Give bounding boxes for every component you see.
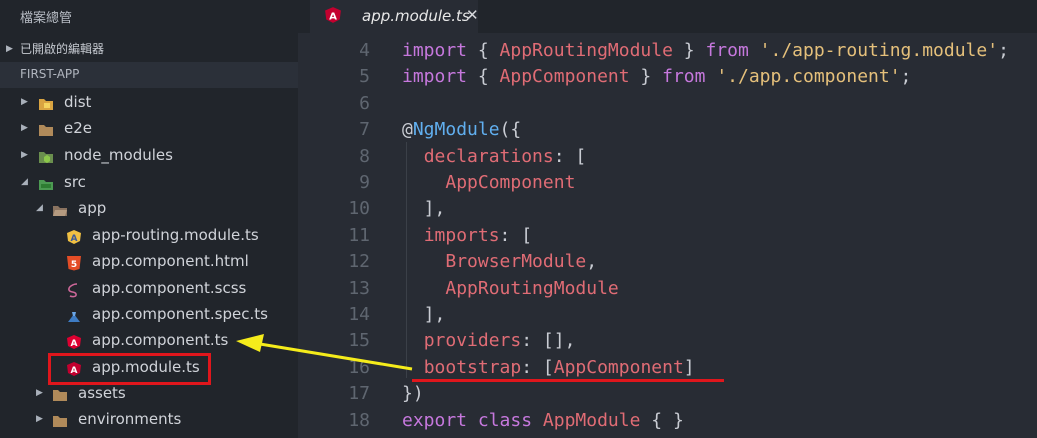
folder-src-icon	[38, 174, 54, 190]
line-number: 4	[359, 40, 370, 61]
code-line: 14 ],	[298, 302, 1037, 328]
tree-item-src[interactable]: ◢ src	[0, 169, 298, 195]
folder-icon	[52, 385, 68, 401]
tree-item-label: app.component.html	[92, 252, 249, 270]
line-number: 14	[348, 304, 370, 325]
html5-icon: 5	[66, 253, 82, 271]
chevron-right-icon: ▶	[21, 150, 28, 160]
folder-icon	[52, 411, 68, 427]
explorer-sidebar: 檔案總管 ▶ 已開啟的編輯器 FIRST-APP ▶ dist ▶ e2e ▶ …	[0, 0, 298, 438]
tree-item-label: app	[78, 199, 107, 217]
code-line: 12 BrowserModule,	[298, 249, 1037, 275]
tree-item-app-component-ts[interactable]: A app.component.ts	[0, 327, 298, 353]
tree-item-label: e2e	[64, 119, 93, 137]
tree-item-environments[interactable]: ▶ environments	[0, 406, 298, 432]
annotation-underline	[412, 379, 724, 382]
line-number: 12	[348, 251, 370, 272]
angular-routing-icon: A	[66, 227, 82, 244]
tab-app-module[interactable]: A app.module.ts ✕	[310, 0, 479, 33]
code-line: 6	[298, 91, 1037, 117]
line-number: 18	[348, 410, 370, 431]
line-number: 11	[348, 225, 370, 246]
tree-item-label: node_modules	[64, 146, 173, 164]
angular-icon: A	[324, 6, 342, 28]
tree-item-app-routing-module[interactable]: A app-routing.module.ts	[0, 222, 298, 248]
angular-component-icon: A	[66, 332, 82, 349]
tree-item-dist[interactable]: ▶ dist	[0, 89, 298, 115]
tree-item-label: src	[64, 173, 86, 191]
chevron-right-icon: ▶	[36, 414, 43, 424]
chevron-right-icon: ▶	[36, 388, 43, 398]
open-editors-section[interactable]: ▶ 已開啟的編輯器	[0, 37, 298, 61]
tree-item-label: app.component.scss	[92, 279, 247, 297]
close-icon[interactable]: ✕	[466, 6, 479, 24]
tree-item-label: app.component.spec.ts	[92, 305, 268, 323]
tree-item-label: dist	[64, 93, 92, 111]
code-line: 16 bootstrap: [AppComponent]	[298, 355, 1037, 381]
highlight-box	[48, 353, 211, 385]
line-number: 10	[348, 198, 370, 219]
tree-item-node-modules[interactable]: ▶ node_modules	[0, 142, 298, 168]
line-number: 8	[359, 146, 370, 167]
line-number: 7	[359, 119, 370, 140]
tree-item-app[interactable]: ◢ app	[0, 195, 298, 221]
tree-item-app-component-scss[interactable]: app.component.scss	[0, 275, 298, 301]
code-line: 17})	[298, 381, 1037, 407]
explorer-title: 檔案總管	[20, 11, 73, 26]
chevron-down-icon: ◢	[21, 177, 28, 187]
code-line: 8 declarations: [	[298, 144, 1037, 170]
tree-item-app-component-spec[interactable]: app.component.spec.ts	[0, 301, 298, 327]
code-line: 15 providers: [],	[298, 328, 1037, 354]
line-number: 17	[348, 383, 370, 404]
svg-text:A: A	[71, 339, 78, 349]
project-label: FIRST-APP	[20, 67, 80, 81]
sass-icon	[66, 280, 82, 298]
line-number: 5	[359, 66, 370, 87]
svg-text:5: 5	[71, 260, 77, 270]
line-number: 16	[348, 357, 370, 378]
code-editor[interactable]: A app.module.ts ✕ 4 import { AppRoutingMo…	[298, 0, 1037, 438]
tree-item-label: environments	[78, 410, 182, 428]
code-line: 5 import { AppComponent } from './app.com…	[298, 64, 1037, 90]
tree-item-e2e[interactable]: ▶ e2e	[0, 115, 298, 141]
chevron-right-icon: ▶	[6, 44, 13, 54]
code-line: 9 AppComponent	[298, 170, 1037, 196]
code-line: 11 imports: [	[298, 223, 1037, 249]
folder-dist-icon	[38, 94, 54, 110]
code-line: 13 AppRoutingModule	[298, 276, 1037, 302]
chevron-right-icon: ▶	[21, 97, 28, 107]
test-icon	[66, 306, 82, 322]
tree-item-label: app.component.ts	[92, 331, 229, 349]
svg-text:A: A	[71, 234, 78, 244]
line-number: 6	[359, 93, 370, 114]
chevron-right-icon: ▶	[21, 123, 28, 133]
folder-node-icon	[38, 147, 54, 163]
line-number: 15	[348, 330, 370, 351]
code-line: 7 @NgModule({	[298, 117, 1037, 143]
line-number: 9	[359, 172, 370, 193]
open-editors-label: 已開啟的編輯器	[20, 42, 105, 56]
tree-item-label: app-routing.module.ts	[92, 226, 259, 244]
tab-label: app.module.ts	[362, 7, 470, 25]
svg-text:A: A	[329, 12, 337, 23]
folder-open-icon	[52, 200, 68, 216]
code-line: 4 import { AppRoutingModule } from './app…	[298, 38, 1037, 64]
code-line: 18 export class AppModule { }	[298, 408, 1037, 434]
line-number: 13	[348, 278, 370, 299]
tree-item-app-component-html[interactable]: 5 app.component.html	[0, 248, 298, 274]
project-section[interactable]: FIRST-APP	[0, 62, 298, 88]
folder-icon	[38, 120, 54, 136]
code-line: 10 ],	[298, 196, 1037, 222]
chevron-down-icon: ◢	[36, 203, 43, 213]
tab-bar: A app.module.ts ✕	[298, 0, 1037, 33]
